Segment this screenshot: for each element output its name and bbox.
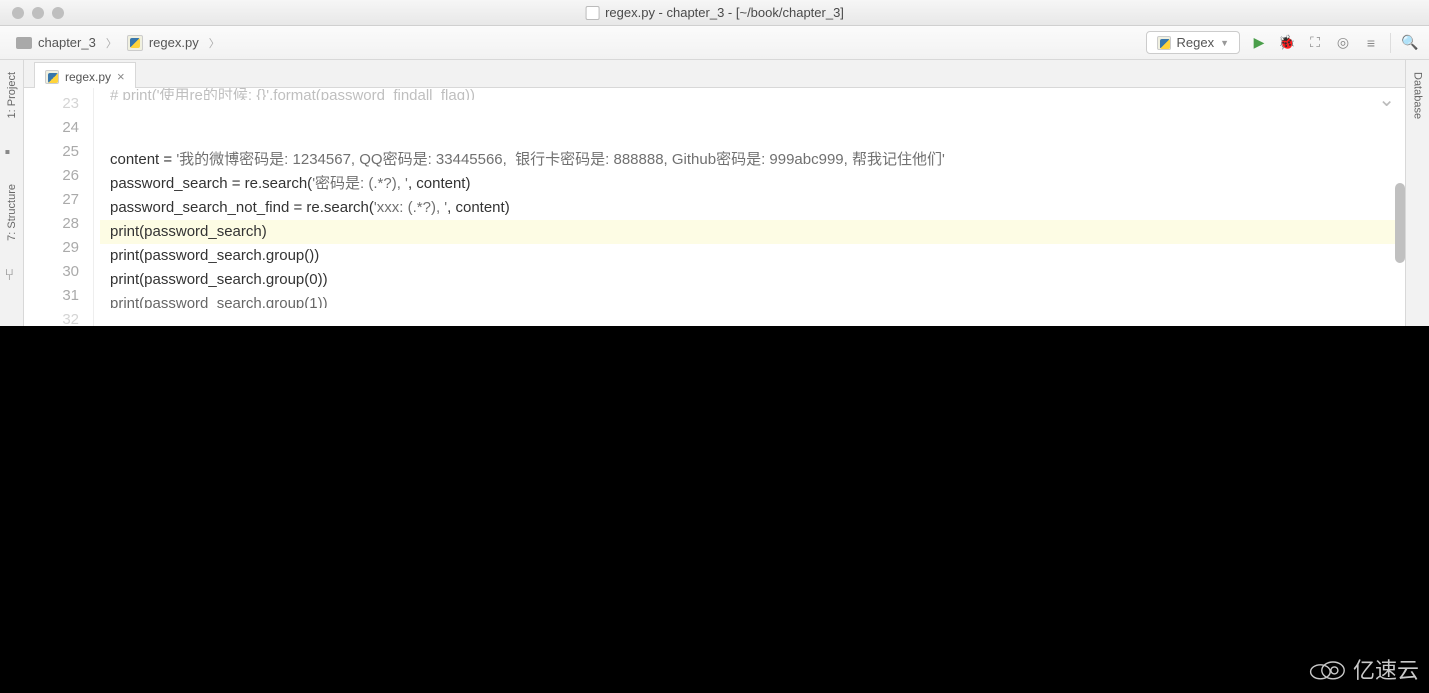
bookmark-icon[interactable]: ▪ bbox=[5, 144, 19, 158]
run-config-label: Regex bbox=[1177, 35, 1215, 50]
chevron-right-icon: 〉 bbox=[209, 35, 220, 51]
code-source[interactable]: # print('使用re的时候: {}'.format(password_fi… bbox=[100, 88, 1405, 326]
python-file-icon bbox=[127, 35, 143, 51]
folder-icon bbox=[16, 37, 32, 49]
breadcrumb-file-label: regex.py bbox=[149, 35, 199, 50]
sidebar-tab-label: 7: Structure bbox=[6, 184, 18, 241]
breadcrumb-file[interactable]: regex.py bbox=[121, 33, 205, 53]
structure-button[interactable]: ≡ bbox=[1362, 34, 1380, 52]
sidebar-tab-project[interactable]: 1: Project bbox=[4, 66, 20, 124]
close-icon[interactable] bbox=[12, 7, 24, 19]
file-icon bbox=[585, 6, 599, 20]
window-title-text: regex.py - chapter_3 - [~/book/chapter_3… bbox=[605, 5, 844, 20]
close-tab-icon[interactable]: × bbox=[117, 69, 125, 84]
run-config-selector[interactable]: Regex ▼ bbox=[1146, 31, 1241, 54]
python-file-icon bbox=[45, 70, 59, 84]
minimize-icon[interactable] bbox=[32, 7, 44, 19]
title-bar: regex.py - chapter_3 - [~/book/chapter_3… bbox=[0, 0, 1429, 26]
editor-body: 1: Project ▪ 7: Structure ⑂ regex.py × 2… bbox=[0, 60, 1429, 326]
profile-button[interactable]: ◎ bbox=[1334, 34, 1352, 52]
chevron-down-icon: ▼ bbox=[1220, 38, 1229, 48]
python-icon bbox=[1157, 36, 1171, 50]
breadcrumb-folder[interactable]: chapter_3 bbox=[10, 33, 102, 52]
coverage-button[interactable]: ⛶ bbox=[1306, 34, 1324, 52]
code-editor[interactable]: 23242526272829303132 # print('使用re的时候: {… bbox=[24, 88, 1405, 326]
editor-tab-label: regex.py bbox=[65, 70, 111, 84]
breadcrumb-folder-label: chapter_3 bbox=[38, 35, 96, 50]
watermark: 亿速云 bbox=[1305, 653, 1419, 685]
breadcrumb: chapter_3 〉 regex.py 〉 bbox=[10, 33, 220, 53]
editor-area: regex.py × 23242526272829303132 # print(… bbox=[24, 60, 1405, 326]
sidebar-tab-label: 1: Project bbox=[6, 72, 18, 118]
run-button[interactable]: ▶ bbox=[1250, 34, 1268, 52]
structure-icon[interactable]: ⑂ bbox=[5, 267, 19, 281]
debug-button[interactable]: 🐞 bbox=[1278, 34, 1296, 52]
sidebar-left: 1: Project ▪ 7: Structure ⑂ bbox=[0, 60, 24, 326]
toolbar: Regex ▼ ▶ 🐞 ⛶ ◎ ≡ 🔍 bbox=[1146, 31, 1420, 54]
watermark-text: 亿速云 bbox=[1353, 653, 1419, 685]
sidebar-tab-label: Database bbox=[1412, 72, 1424, 119]
sidebar-tab-database[interactable]: Database bbox=[1410, 66, 1426, 125]
cloud-icon bbox=[1305, 656, 1347, 682]
scrollbar-thumb[interactable] bbox=[1395, 183, 1405, 263]
ide-window: regex.py - chapter_3 - [~/book/chapter_3… bbox=[0, 0, 1429, 326]
nav-bar: chapter_3 〉 regex.py 〉 Regex ▼ ▶ 🐞 ⛶ ◎ ≡… bbox=[0, 26, 1429, 60]
window-controls bbox=[0, 7, 64, 19]
line-gutter: 23242526272829303132 bbox=[24, 88, 94, 326]
search-button[interactable]: 🔍 bbox=[1401, 34, 1419, 52]
window-title: regex.py - chapter_3 - [~/book/chapter_3… bbox=[585, 5, 844, 20]
sidebar-right: Database bbox=[1405, 60, 1429, 326]
editor-tab-active[interactable]: regex.py × bbox=[34, 62, 136, 90]
chevron-right-icon: 〉 bbox=[106, 35, 117, 51]
maximize-icon[interactable] bbox=[52, 7, 64, 19]
collapse-icon[interactable]: ⌄ bbox=[1378, 88, 1395, 112]
scrollbar[interactable] bbox=[1395, 88, 1405, 326]
sidebar-tab-structure[interactable]: 7: Structure bbox=[4, 178, 20, 247]
divider bbox=[1390, 33, 1391, 53]
editor-tabs: regex.py × bbox=[24, 60, 1405, 88]
